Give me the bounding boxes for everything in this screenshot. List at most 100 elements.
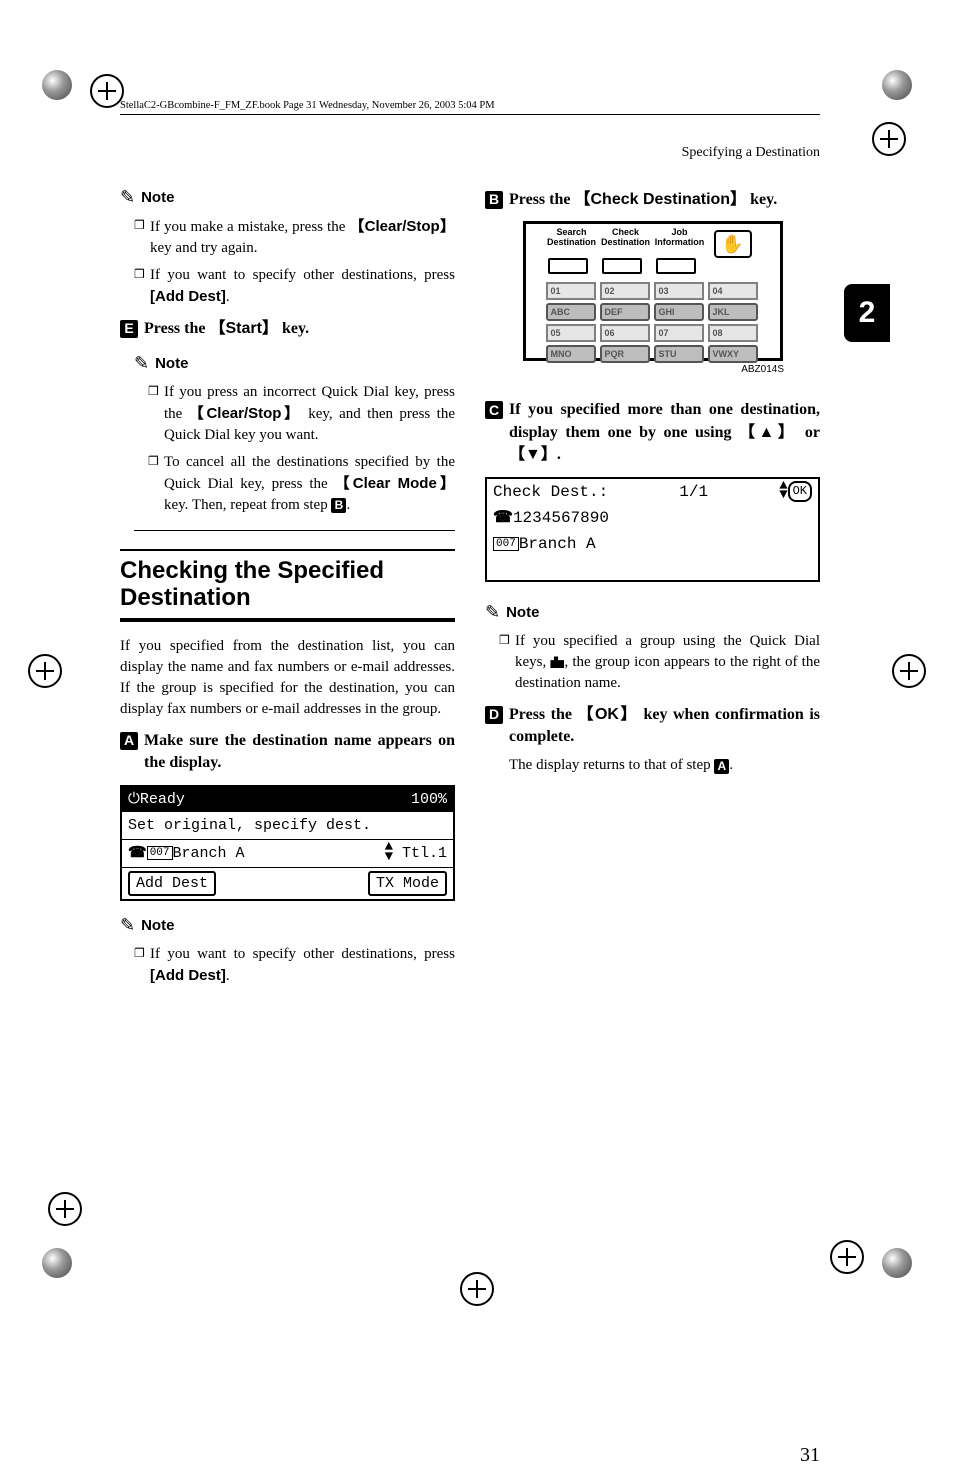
- quick-dial-key: ABC: [546, 303, 596, 321]
- step-d: D Press the OK key when confirmation is …: [485, 704, 820, 776]
- step-ref-icon: A: [714, 759, 729, 774]
- quick-dial-grid: 01 02 03 04 ABC DEF GHI JKL 05 06 07 08 …: [546, 282, 758, 363]
- crop-target-icon: [872, 122, 906, 156]
- step-text: Press the Start key.: [144, 318, 309, 340]
- print-dot: [42, 70, 72, 100]
- note-label: Note: [141, 187, 174, 208]
- lcd-row: Set original, specify dest.: [122, 812, 453, 839]
- note-list: If you press an incorrect Quick Dial key…: [134, 382, 455, 531]
- panel-labels: Search Destination Check Destination Job…: [546, 228, 706, 247]
- label-check-dest: Check Destination: [600, 228, 652, 247]
- crop-target-icon: [28, 654, 62, 688]
- text: .: [226, 289, 230, 305]
- up-key-icon: 【▲】: [739, 424, 797, 441]
- dest-entry: ☎1234567890: [493, 507, 609, 529]
- panel-button: [656, 258, 696, 274]
- lcd-ok-prompt: ▲▼OK: [779, 481, 812, 503]
- list-item: To cancel all the destinations specified…: [148, 452, 455, 516]
- text: .: [729, 757, 733, 773]
- text: key and try again.: [150, 240, 257, 256]
- pencil-icon: ✎: [485, 600, 500, 625]
- key-ref: Clear/Stop: [189, 405, 302, 422]
- step-number-icon: D: [485, 706, 503, 724]
- onhook-icon: ✋: [714, 230, 752, 258]
- quick-dial-key: 08: [708, 324, 758, 342]
- quick-dial-key: 03: [654, 282, 704, 300]
- step-number-icon: B: [485, 191, 503, 209]
- panel-button: [548, 258, 588, 274]
- dest-total: ▲▼ Ttl.1: [385, 843, 447, 864]
- dest-name: Branch A: [173, 845, 245, 862]
- text: Press the: [509, 706, 577, 723]
- down-key-icon: 【▼】: [509, 446, 557, 463]
- step-follow-text: The display returns to that of step A.: [509, 755, 820, 776]
- quick-dial-key: DEF: [600, 303, 650, 321]
- quick-dial-key: JKL: [708, 303, 758, 321]
- step-b: B Press the Check Destination key.: [485, 189, 820, 211]
- key-ref: OK: [577, 706, 638, 723]
- power-icon: ⏻: [128, 791, 140, 808]
- step-ref-icon: B: [331, 498, 346, 513]
- text: The display returns to that of step: [509, 757, 714, 773]
- crop-target-icon: [892, 654, 926, 688]
- print-dot: [882, 70, 912, 100]
- list-item: If you make a mistake, press the Clear/S…: [134, 216, 455, 259]
- section-header: Specifying a Destination: [120, 145, 820, 161]
- quick-dial-key: 04: [708, 282, 758, 300]
- ui-ref: [Add Dest]: [150, 967, 226, 984]
- text: If you want to specify other destination…: [150, 946, 455, 962]
- dest-entry: 007Branch A: [493, 533, 596, 555]
- label-job-info: Job Information: [654, 228, 706, 247]
- running-header: StellaC2-GBcombine-F_FM_ZF.book Page 31 …: [120, 100, 820, 115]
- updown-icon: ▲▼: [779, 482, 787, 502]
- text: key.: [746, 191, 777, 208]
- label-search-dest: Search Destination: [546, 228, 598, 247]
- step-text: Press the OK key when confirmation is co…: [509, 704, 820, 749]
- group-icon: [550, 656, 564, 668]
- text: or: [797, 424, 820, 441]
- lcd-check-dest-screen: Check Dest.: 1/1 ▲▼OK ☎1234567890 007Bra…: [485, 477, 820, 582]
- add-dest-softkey: Add Dest: [128, 871, 216, 896]
- lcd-row: Check Dest.: 1/1 ▲▼OK: [487, 479, 818, 505]
- subsection-heading: Checking the Specified Destination: [120, 549, 455, 622]
- dest-number: 1234567890: [513, 509, 609, 527]
- lcd-row: 007Branch A: [487, 531, 818, 557]
- crop-target-icon: [460, 1272, 494, 1306]
- text: Press the: [509, 191, 574, 208]
- list-item: If you press an incorrect Quick Dial key…: [148, 382, 455, 446]
- lcd-row: ☎1234567890: [487, 505, 818, 531]
- step-e: E Press the Start key.: [120, 318, 455, 340]
- text: key.: [278, 320, 309, 337]
- lcd-row: ☎007Branch A ▲▼ Ttl.1: [122, 839, 453, 867]
- step-number-icon: E: [120, 320, 138, 338]
- note-label: Note: [141, 915, 174, 936]
- panel-button: [602, 258, 642, 274]
- step-text: Make sure the destination name appears o…: [144, 730, 455, 775]
- status-ready: ⏻Ready: [128, 789, 185, 810]
- quick-dial-key: 02: [600, 282, 650, 300]
- dest-entry: ☎007Branch A: [128, 843, 245, 864]
- lcd-status-bar: ⏻Ready 100%: [122, 787, 453, 812]
- ok-pill: OK: [788, 481, 812, 502]
- quick-dial-key: PQR: [600, 345, 650, 363]
- step-number-icon: A: [120, 732, 138, 750]
- step-text: If you specified more than one destinati…: [509, 399, 820, 466]
- dest-code: 007: [493, 537, 519, 551]
- key-ref: Clear/Stop: [349, 218, 455, 235]
- phone-icon: ☎: [493, 509, 513, 527]
- crop-target-icon: [48, 1192, 82, 1226]
- text: key. Then, repeat from step: [164, 497, 331, 513]
- lcd-count: 1/1: [679, 481, 708, 503]
- status-percent: 100%: [411, 789, 447, 810]
- intro-paragraph: If you specified from the destination li…: [120, 636, 455, 720]
- chapter-tab: 2: [844, 284, 890, 342]
- quick-dial-key: 01: [546, 282, 596, 300]
- note-heading: ✎ Note: [120, 913, 455, 938]
- note-label: Note: [155, 353, 188, 374]
- crop-target-icon: [90, 74, 124, 108]
- key-ref: Start: [209, 320, 277, 337]
- key-ref: Clear Mode: [335, 475, 455, 492]
- note-label: Note: [506, 602, 539, 623]
- text: If you make a mistake, press the: [150, 219, 349, 235]
- print-dot: [882, 1248, 912, 1278]
